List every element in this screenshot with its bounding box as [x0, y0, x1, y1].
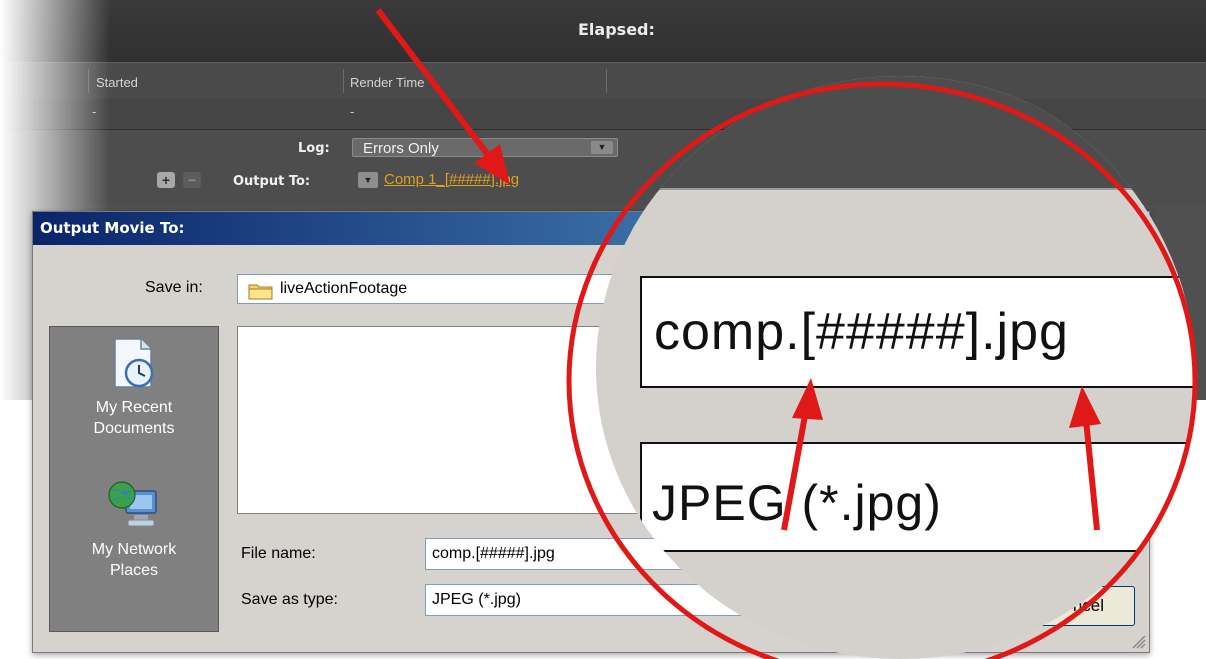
magnified-view: comp.[#####].jpg JPEG (*.jpg) [596, 76, 1196, 659]
render-queue-column-header: Started Render Time [0, 62, 1206, 100]
log-dropdown[interactable]: Errors Only ▼ [352, 138, 618, 157]
file-list-view[interactable] [237, 326, 657, 514]
column-started[interactable]: Started [96, 75, 138, 90]
started-value: - [92, 104, 97, 119]
place-my-network-places[interactable]: My Network Places [50, 477, 218, 581]
places-bar: My Recent Documents My Network Places [49, 326, 219, 632]
folder-icon [248, 284, 273, 300]
place-label-line2: Documents [93, 420, 175, 437]
magnifier-overlay: comp.[#####].jpg JPEG (*.jpg) [596, 76, 1206, 659]
column-separator[interactable] [606, 69, 607, 93]
magnified-save-as-type-field: JPEG (*.jpg) [640, 442, 1196, 552]
log-label: Log: [298, 141, 330, 156]
save-in-dropdown[interactable]: liveActionFootage [237, 274, 637, 304]
remove-output-module-button[interactable]: − [183, 172, 201, 188]
column-separator[interactable] [343, 69, 344, 93]
network-places-icon [108, 481, 157, 527]
render-queue-top-bar: Elapsed: [0, 0, 1206, 62]
save-in-value: liveActionFootage [280, 280, 408, 297]
chevron-down-icon[interactable]: ▼ [591, 141, 613, 154]
file-name-label: File name: [241, 545, 316, 562]
output-to-link[interactable]: Comp 1_[#####].jpg [384, 171, 519, 188]
column-render-time[interactable]: Render Time [350, 75, 424, 90]
output-to-label: Output To: [233, 174, 311, 189]
log-dropdown-value: Errors Only [363, 140, 439, 157]
place-label-line2: Places [109, 562, 159, 579]
elapsed-label: Elapsed: [578, 20, 655, 39]
place-my-recent-documents[interactable]: My Recent Documents [50, 335, 218, 439]
column-separator[interactable] [88, 69, 89, 93]
place-label-line1: My Recent [95, 399, 173, 416]
recent-documents-icon [114, 338, 154, 388]
magnified-file-type: JPEG (*.jpg) [652, 475, 942, 531]
save-in-label: Save in: [145, 279, 203, 296]
save-as-type-label: Save as type: [241, 591, 338, 608]
dialog-title: Output Movie To: [40, 219, 185, 237]
magnified-file-name: comp.[#####].jpg [654, 303, 1069, 361]
magnified-dialog-edge [596, 188, 1196, 230]
magnified-file-name-field: comp.[#####].jpg [640, 276, 1196, 388]
output-to-menu-button[interactable]: ▼ [358, 172, 378, 188]
add-output-module-button[interactable]: + [157, 172, 175, 188]
resize-grip-icon[interactable] [1130, 633, 1146, 649]
place-label-line1: My Network [91, 541, 177, 558]
render-time-value: - [350, 104, 355, 119]
